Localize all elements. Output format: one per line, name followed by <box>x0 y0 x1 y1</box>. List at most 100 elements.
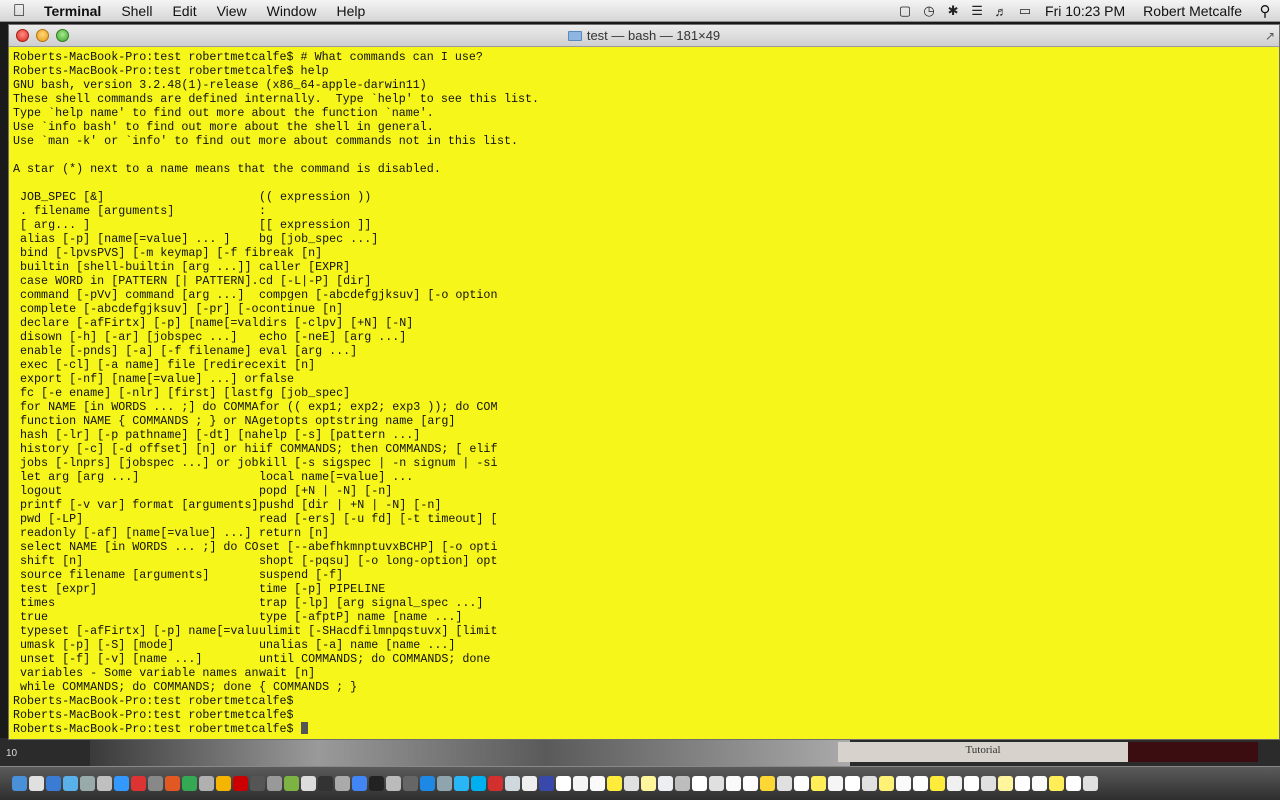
menu-view[interactable]: View <box>207 0 257 22</box>
apple-menu-icon[interactable]:  <box>0 0 38 22</box>
prompt-text: Roberts-MacBook-Pro:test robertmetcalfe$ <box>13 722 301 736</box>
dock-app-icon[interactable] <box>233 776 248 791</box>
dock-app-icon[interactable] <box>777 776 792 791</box>
dock-app-icon[interactable] <box>454 776 469 791</box>
menu-edit[interactable]: Edit <box>162 0 206 22</box>
menu-app-terminal[interactable]: Terminal <box>38 0 111 22</box>
dock-app-icon[interactable] <box>403 776 418 791</box>
dock-app-icon[interactable] <box>1083 776 1098 791</box>
background-window[interactable] <box>1128 742 1258 762</box>
battery-icon[interactable]: ▭ <box>1013 0 1037 22</box>
terminal-output[interactable]: Roberts-MacBook-Pro:test robertmetcalfe$… <box>13 50 1263 739</box>
help-command-right: [[ expression ]] <box>259 218 372 232</box>
help-command-left: function NAME { COMMANDS ; } or NA <box>13 414 259 428</box>
help-command-right: kill [-s sigspec | -n signum | -si <box>259 456 498 470</box>
fullscreen-icon[interactable]: ↗ <box>1265 29 1275 43</box>
menu-help[interactable]: Help <box>326 0 375 22</box>
dock-app-icon[interactable] <box>862 776 877 791</box>
user-menu[interactable]: Robert Metcalfe <box>1135 3 1250 19</box>
bluetooth-icon[interactable]: ✱ <box>941 0 965 22</box>
dock-app-icon[interactable] <box>573 776 588 791</box>
dock-app-icon[interactable] <box>420 776 435 791</box>
dock-app-icon[interactable] <box>726 776 741 791</box>
dock-app-icon[interactable] <box>267 776 282 791</box>
help-command-left: bind [-lpvsPVS] [-m keymap] [-f fi <box>13 246 259 260</box>
dock-app-icon[interactable] <box>335 776 350 791</box>
dock-app-icon[interactable] <box>471 776 486 791</box>
dock-app-icon[interactable] <box>998 776 1013 791</box>
help-command-row: exec [-cl] [-a name] file [redirec exit [… <box>13 358 1263 372</box>
dock-app-icon[interactable] <box>505 776 520 791</box>
dock-app-icon[interactable] <box>386 776 401 791</box>
dock-app-icon[interactable] <box>80 776 95 791</box>
dock-app-icon[interactable] <box>1015 776 1030 791</box>
dock-app-icon[interactable] <box>148 776 163 791</box>
clock[interactable]: Fri 10:23 PM <box>1037 3 1135 19</box>
dock-app-icon[interactable] <box>709 776 724 791</box>
window-titlebar[interactable]: test — bash — 181×49 ↗ <box>9 25 1279 47</box>
dock-app-icon[interactable] <box>369 776 384 791</box>
dock-app-icon[interactable] <box>250 776 265 791</box>
dock-app-icon[interactable] <box>199 776 214 791</box>
dock-app-icon[interactable] <box>896 776 911 791</box>
dock-app-icon[interactable] <box>1032 776 1047 791</box>
help-command-right: popd [+N | -N] [-n] <box>259 484 393 498</box>
dock-app-icon[interactable] <box>607 776 622 791</box>
dock-app-icon[interactable] <box>658 776 673 791</box>
background-window-tutorial[interactable]: Tutorial <box>838 742 1128 762</box>
help-command-left: shift [n] <box>13 554 84 568</box>
dock-app-icon[interactable] <box>845 776 860 791</box>
dock-app-icon[interactable] <box>318 776 333 791</box>
dock-app-icon[interactable] <box>437 776 452 791</box>
dock-app-icon[interactable] <box>182 776 197 791</box>
dock-app-icon[interactable] <box>556 776 571 791</box>
dock-app-icon[interactable] <box>114 776 129 791</box>
dock-app-icon[interactable] <box>641 776 656 791</box>
dropbox-icon[interactable]: ▢ <box>893 0 917 22</box>
dock-app-icon[interactable] <box>811 776 826 791</box>
dock-app-icon[interactable] <box>947 776 962 791</box>
dock-app-icon[interactable] <box>760 776 775 791</box>
help-command-right: { COMMANDS ; } <box>259 680 358 694</box>
dock-app-icon[interactable] <box>590 776 605 791</box>
dock-app-icon[interactable] <box>488 776 503 791</box>
dock-app-icon[interactable] <box>165 776 180 791</box>
terminal-line: Use `info bash' to find out more about t… <box>13 120 434 134</box>
dock-app-icon[interactable] <box>97 776 112 791</box>
dock-app-icon[interactable] <box>131 776 146 791</box>
dock-app-icon[interactable] <box>964 776 979 791</box>
help-command-left: logout <box>13 484 63 498</box>
dock-app-icon[interactable] <box>794 776 809 791</box>
dock-app-icon[interactable] <box>1049 776 1064 791</box>
dock-app-icon[interactable] <box>624 776 639 791</box>
dock-app-icon[interactable] <box>301 776 316 791</box>
help-command-row: true type [-afptP] name [name ...] <box>13 610 1263 624</box>
dock-app-icon[interactable] <box>63 776 78 791</box>
prompt-text: Roberts-MacBook-Pro:test robertmetcalfe$ <box>13 694 294 708</box>
menu-shell[interactable]: Shell <box>111 0 162 22</box>
dock-app-icon[interactable] <box>46 776 61 791</box>
dock-app-icon[interactable] <box>1066 776 1081 791</box>
menu-window[interactable]: Window <box>257 0 327 22</box>
dock-app-icon[interactable] <box>522 776 537 791</box>
time-machine-icon[interactable]: ◷ <box>917 0 941 22</box>
dock-app-icon[interactable] <box>284 776 299 791</box>
dock-app-icon[interactable] <box>930 776 945 791</box>
dock-app-icon[interactable] <box>216 776 231 791</box>
volume-icon[interactable]: ♬ <box>989 0 1013 22</box>
help-command-row: fc [-e ename] [-nlr] [first] [last fg [jo… <box>13 386 1263 400</box>
spotlight-search-icon[interactable]: ⚲ <box>1250 2 1280 20</box>
dock-app-icon[interactable] <box>981 776 996 791</box>
wifi-icon[interactable]: ☰ <box>965 0 989 22</box>
dock-app-icon[interactable] <box>539 776 554 791</box>
dock-app-icon[interactable] <box>692 776 707 791</box>
dock-app-icon[interactable] <box>913 776 928 791</box>
dock-app-icon[interactable] <box>828 776 843 791</box>
dock-app-icon[interactable] <box>675 776 690 791</box>
dock-app-icon[interactable] <box>12 776 27 791</box>
help-command-right: type [-afptP] name [name ...] <box>259 610 463 624</box>
dock-app-icon[interactable] <box>743 776 758 791</box>
dock-app-icon[interactable] <box>29 776 44 791</box>
dock-app-icon[interactable] <box>879 776 894 791</box>
dock-app-icon[interactable] <box>352 776 367 791</box>
